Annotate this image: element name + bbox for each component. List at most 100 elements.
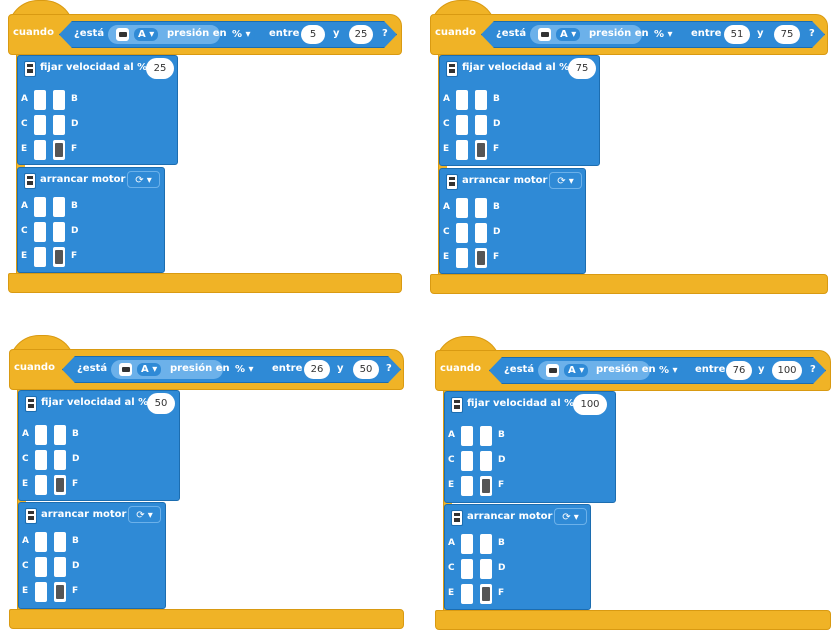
sensor-label: presión en: [596, 364, 656, 375]
port-d-toggle[interactable]: [54, 450, 66, 470]
port-a-toggle[interactable]: [456, 198, 468, 218]
low-input[interactable]: 76: [726, 361, 752, 380]
port-f-toggle[interactable]: [53, 247, 65, 267]
port-a-toggle[interactable]: [35, 425, 47, 445]
hat-label: cuando: [435, 27, 476, 38]
motor-hub-icon: [451, 397, 463, 413]
port-f-toggle[interactable]: [475, 140, 487, 160]
question-prefix: ¿está: [74, 28, 105, 39]
port-e-toggle[interactable]: [35, 475, 47, 495]
port-c-toggle[interactable]: [34, 222, 46, 242]
port-a-toggle[interactable]: [456, 90, 468, 110]
set-speed-block[interactable]: fijar velocidad al % 25 A B C D E F: [17, 55, 178, 165]
rotate-cw-icon: ⟳: [136, 510, 145, 521]
unit-dropdown[interactable]: % ▾: [650, 28, 677, 41]
port-a-toggle[interactable]: [461, 426, 473, 446]
and-label: y: [333, 28, 340, 39]
port-e-toggle[interactable]: [34, 140, 46, 160]
high-input[interactable]: 75: [774, 25, 800, 44]
port-row-ab: A B: [440, 197, 520, 219]
low-input[interactable]: 26: [304, 360, 330, 379]
port-d-toggle[interactable]: [475, 115, 487, 135]
between-label: entre: [272, 363, 303, 374]
set-speed-block[interactable]: fijar velocidad al % 100 A B C D E F: [444, 391, 616, 503]
unit-dropdown[interactable]: % ▾: [228, 28, 255, 41]
port-c-toggle[interactable]: [35, 450, 47, 470]
port-e-toggle[interactable]: [35, 582, 47, 602]
port-d-toggle[interactable]: [475, 223, 487, 243]
port-d-toggle[interactable]: [480, 451, 492, 471]
port-a-toggle[interactable]: [461, 534, 473, 554]
port-dropdown[interactable]: A ▾: [556, 28, 580, 41]
port-d-toggle[interactable]: [54, 557, 66, 577]
pressure-condition[interactable]: ¿está A ▾ presión en % ▾ entre 51 y 75 ?: [481, 21, 825, 48]
speed-input[interactable]: 25: [146, 58, 174, 79]
port-b-toggle[interactable]: [475, 90, 487, 110]
direction-dropdown[interactable]: ⟳ ▾: [127, 171, 160, 188]
port-b-toggle[interactable]: [53, 90, 65, 110]
port-e-toggle[interactable]: [456, 140, 468, 160]
port-a-toggle[interactable]: [34, 90, 46, 110]
port-a-toggle[interactable]: [34, 197, 46, 217]
low-input[interactable]: 51: [724, 25, 750, 44]
port-b-toggle[interactable]: [480, 534, 492, 554]
question-mark: ?: [382, 28, 388, 39]
and-label: y: [337, 363, 344, 374]
port-a-toggle[interactable]: [35, 532, 47, 552]
port-row-ab: A B: [445, 425, 525, 447]
speed-label: fijar velocidad al %: [462, 62, 570, 73]
high-input[interactable]: 25: [349, 25, 373, 44]
speed-input[interactable]: 75: [568, 58, 596, 79]
high-input[interactable]: 100: [772, 361, 802, 380]
port-e-toggle[interactable]: [461, 584, 473, 604]
port-c-toggle[interactable]: [456, 115, 468, 135]
port-f-toggle[interactable]: [475, 248, 487, 268]
port-b-toggle[interactable]: [54, 425, 66, 445]
port-dropdown[interactable]: A ▾: [134, 28, 158, 41]
port-row-cd: C D: [18, 114, 98, 136]
direction-dropdown[interactable]: ⟳ ▾: [549, 172, 582, 189]
port-c-toggle[interactable]: [461, 559, 473, 579]
port-dropdown[interactable]: A ▾: [564, 364, 588, 377]
high-input[interactable]: 50: [353, 360, 379, 379]
pressure-condition[interactable]: ¿está A ▾ presión en % ▾ entre 76 y 100 …: [489, 357, 826, 384]
port-f-toggle[interactable]: [53, 140, 65, 160]
start-motor-block[interactable]: arrancar motor ⟳ ▾ A B C D E F: [439, 168, 586, 274]
port-f-toggle[interactable]: [54, 582, 66, 602]
speed-input[interactable]: 50: [147, 393, 175, 414]
port-d-toggle[interactable]: [480, 559, 492, 579]
port-b-toggle[interactable]: [54, 532, 66, 552]
port-d-toggle[interactable]: [53, 222, 65, 242]
port-c-toggle[interactable]: [34, 115, 46, 135]
set-speed-block[interactable]: fijar velocidad al % 50 A B C D E F: [18, 390, 180, 501]
port-e-toggle[interactable]: [456, 248, 468, 268]
port-e-toggle[interactable]: [34, 247, 46, 267]
direction-dropdown[interactable]: ⟳ ▾: [554, 508, 587, 525]
speed-input[interactable]: 100: [573, 394, 607, 415]
start-motor-block[interactable]: arrancar motor ⟳ ▾ A B C D E F: [444, 504, 591, 610]
pressure-condition[interactable]: ¿está A ▾ presión en % ▾ entre 26 y 50 ?: [62, 356, 401, 383]
port-row-ab: A B: [440, 89, 520, 111]
port-e-toggle[interactable]: [461, 476, 473, 496]
low-input[interactable]: 5: [301, 25, 325, 44]
port-b-toggle[interactable]: [475, 198, 487, 218]
port-c-toggle[interactable]: [35, 557, 47, 577]
port-b-toggle[interactable]: [480, 426, 492, 446]
port-c-toggle[interactable]: [456, 223, 468, 243]
start-motor-block[interactable]: arrancar motor ⟳ ▾ A B C D E F: [17, 167, 165, 273]
direction-dropdown[interactable]: ⟳ ▾: [128, 506, 161, 523]
port-f-toggle[interactable]: [480, 584, 492, 604]
port-f-toggle[interactable]: [54, 475, 66, 495]
port-c-toggle[interactable]: [461, 451, 473, 471]
unit-dropdown[interactable]: % ▾: [231, 363, 258, 376]
port-d-toggle[interactable]: [53, 115, 65, 135]
pressure-condition[interactable]: ¿está A ▾ presión en % ▾ entre 5 y 25 ?: [59, 21, 397, 48]
port-dropdown[interactable]: A ▾: [137, 363, 161, 376]
port-f-toggle[interactable]: [480, 476, 492, 496]
question-prefix: ¿está: [496, 28, 527, 39]
port-row-cd: C D: [445, 558, 525, 580]
set-speed-block[interactable]: fijar velocidad al % 75 A B C D E F: [439, 55, 600, 166]
start-motor-block[interactable]: arrancar motor ⟳ ▾ A B C D E F: [18, 502, 166, 609]
port-b-toggle[interactable]: [53, 197, 65, 217]
unit-dropdown[interactable]: % ▾: [655, 364, 682, 377]
